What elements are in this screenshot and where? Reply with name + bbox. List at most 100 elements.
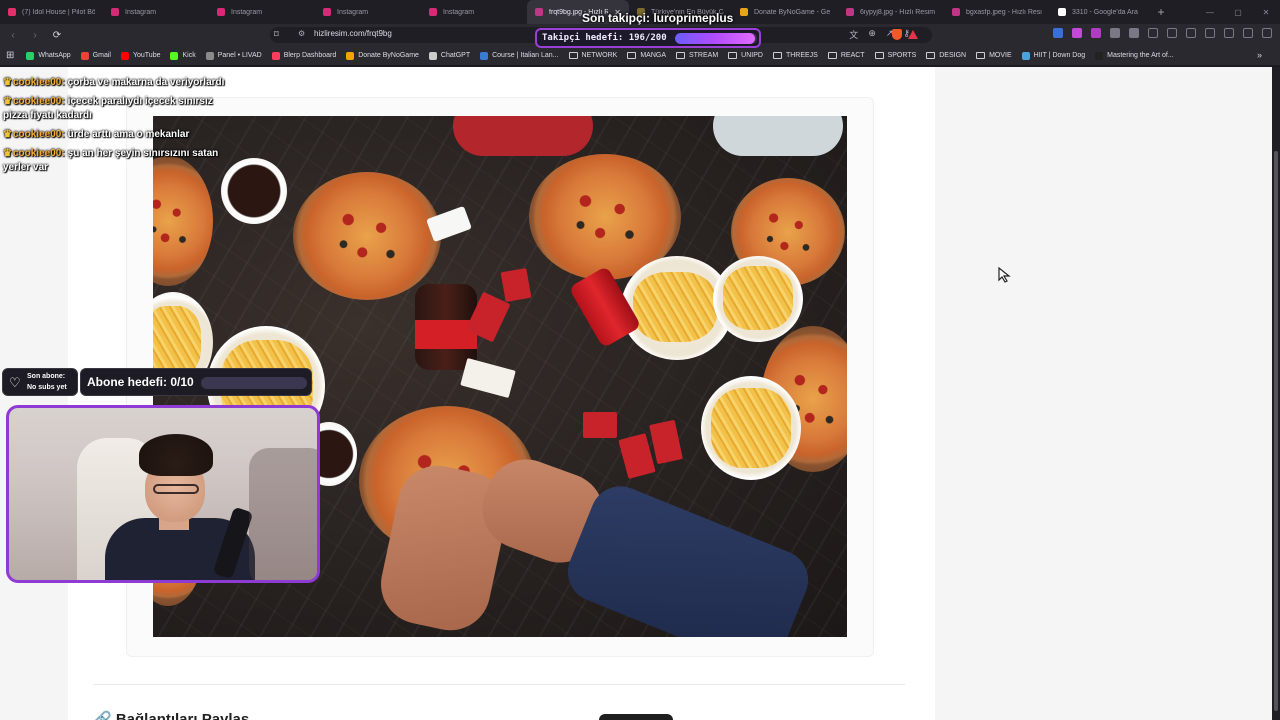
leo-icon[interactable] (1224, 28, 1234, 38)
chat-message: ♛cookiee00: çorba ve makarna da veriyorla… (3, 76, 235, 90)
browser-tab[interactable]: 6iypyj8.jpg - Hızlı Resim (838, 0, 944, 24)
last-sub-widget: ♡ Son abone: No subs yet (2, 368, 78, 396)
extension-1-icon[interactable] (1053, 28, 1063, 38)
bookmark-folder[interactable]: THREEJS (772, 52, 818, 59)
bookmark-favicon-icon (271, 51, 280, 60)
bookmark-item[interactable]: WhatsApp (26, 51, 71, 60)
site-info-icon[interactable]: ⚙ (298, 29, 305, 38)
bookmark-item[interactable]: Gmail (80, 51, 111, 60)
folder-icon (926, 52, 936, 59)
bookmark-item[interactable]: Blerp Dashboard (271, 51, 336, 60)
bookmark-item[interactable]: Kick (170, 51, 196, 60)
more-bookmarks-icon[interactable]: » (1257, 50, 1262, 60)
crown-icon: ♛ (3, 96, 12, 107)
ketchup-packet (583, 412, 617, 438)
chat-message: ♛cookiee00: içecek paralıydı içecek sınır… (3, 95, 235, 123)
bookmark-folder[interactable]: MANGA (627, 52, 666, 59)
forward-icon[interactable]: › (26, 26, 44, 44)
last-sub-value: No subs yet (27, 384, 67, 391)
bookmark-icon[interactable]: ⌑ (274, 29, 279, 40)
back-icon[interactable]: ‹ (4, 26, 22, 44)
tab-favicon-icon (1058, 8, 1066, 16)
chat-text: ürde arttı ama o mekanlar (67, 129, 190, 140)
download-icon[interactable] (1148, 28, 1158, 38)
bookmark-favicon-icon (170, 51, 179, 60)
bookmark-item[interactable]: HIIT | Down Dog (1021, 51, 1086, 60)
bookmark-folder[interactable]: STREAM (675, 52, 718, 59)
menu-icon[interactable] (1262, 28, 1272, 38)
bookmark-folder[interactable]: UNIPD (728, 52, 763, 59)
browser-tab[interactable]: bgxasfp.jpeg - Hızlı Resi (944, 0, 1050, 24)
bookmark-item[interactable]: Course | Italian Lan... (480, 51, 559, 60)
bookmark-label: THREEJS (785, 52, 818, 59)
tab-title: Instagram (231, 8, 263, 16)
scrollbar[interactable] (1272, 67, 1280, 720)
screenshot-icon[interactable] (1129, 28, 1139, 38)
bookmark-item[interactable]: Panel • LIVAD (205, 51, 262, 60)
section-divider (93, 684, 905, 685)
close-window-button[interactable]: ✕ (1252, 0, 1280, 24)
bookmark-favicon-icon (26, 51, 35, 60)
bookmark-folder[interactable]: MOVIE (976, 52, 1012, 59)
translate-icon[interactable]: 文 (849, 28, 858, 41)
ketchup-packet (500, 267, 532, 303)
bookmark-label: Mastering the Art of... (1107, 52, 1174, 59)
heart-icon: ♡ (9, 375, 21, 390)
bookmark-item[interactable]: Mastering the Art of... (1095, 51, 1174, 60)
puzzle-icon[interactable] (1110, 28, 1120, 38)
tab-title: Instagram (125, 8, 157, 16)
folder-icon (627, 52, 637, 59)
browser-tab[interactable]: Instagram (209, 0, 315, 24)
browser-tab[interactable]: Instagram (315, 0, 421, 24)
folder-icon (568, 52, 578, 59)
tab-title: (7) Idol House | Pilot Bölü (22, 8, 95, 16)
zoom-icon[interactable]: ⊕ (868, 28, 876, 41)
brave-shields-icon[interactable] (892, 29, 902, 40)
tab-favicon-icon (535, 8, 543, 16)
chat-message: ♛cookiee00: şu an her şeyin sınırsızını s… (3, 147, 235, 175)
browser-tab[interactable]: Donate ByNoGame - Ge (732, 0, 838, 24)
folder-icon (976, 52, 986, 59)
bookmark-label: ChatGPT (440, 52, 471, 59)
bookmark-folder[interactable]: REACT (827, 52, 865, 59)
tab-favicon-icon (217, 8, 225, 16)
floating-button[interactable] (599, 714, 673, 720)
fries (633, 272, 717, 342)
bookmark-item[interactable]: ChatGPT (428, 51, 471, 60)
background-blur (249, 448, 317, 580)
bookmark-folder[interactable]: SPORTS (874, 52, 916, 59)
browser-tab[interactable]: 3310 - Google'da Ara (1050, 0, 1150, 24)
tab-favicon-icon (323, 8, 331, 16)
vpn-icon[interactable] (1243, 28, 1253, 38)
tab-title: bgxasfp.jpeg - Hızlı Resi (966, 8, 1042, 16)
brave-rewards-icon[interactable] (908, 30, 918, 39)
bookmark-favicon-icon (120, 51, 129, 60)
extension-2-icon[interactable] (1072, 28, 1082, 38)
bookmark-label: HIIT | Down Dog (1033, 52, 1086, 59)
maximize-button[interactable]: ▢ (1224, 0, 1252, 24)
bookmark-folder[interactable]: DESIGN (926, 52, 966, 59)
bookmark-item[interactable]: YouTube (120, 51, 160, 60)
url-text[interactable]: hizliresim.com/frqt9bg (314, 29, 392, 38)
bookmark-folder[interactable]: NETWORK (568, 52, 617, 59)
sidebar-icon[interactable] (1186, 28, 1196, 38)
wallet-icon[interactable] (1205, 28, 1215, 38)
extension-3-icon[interactable] (1091, 28, 1101, 38)
media-icon[interactable] (1167, 28, 1177, 38)
chat-username: cookiee00: (12, 77, 65, 88)
bookmark-item[interactable]: Donate ByNoGame (346, 51, 419, 60)
folder-icon (874, 52, 884, 59)
fries (711, 388, 791, 468)
browser-tab[interactable]: Instagram (103, 0, 209, 24)
mouse-cursor-icon (998, 267, 1011, 283)
tab-title: Instagram (337, 8, 369, 16)
apps-grid-icon[interactable]: ⊞ (6, 50, 14, 61)
browser-tab[interactable]: (7) Idol House | Pilot Bölü (0, 0, 103, 24)
extension-toolbar (1053, 28, 1272, 38)
browser-tab[interactable]: Instagram (421, 0, 527, 24)
tab-list: (7) Idol House | Pilot Bölü Instagram Inst… (0, 0, 1150, 24)
new-tab-button[interactable]: + (1150, 0, 1172, 24)
minimize-button[interactable]: — (1196, 0, 1224, 24)
scrollbar-thumb[interactable] (1274, 151, 1278, 711)
reload-icon[interactable]: ⟳ (48, 26, 66, 44)
